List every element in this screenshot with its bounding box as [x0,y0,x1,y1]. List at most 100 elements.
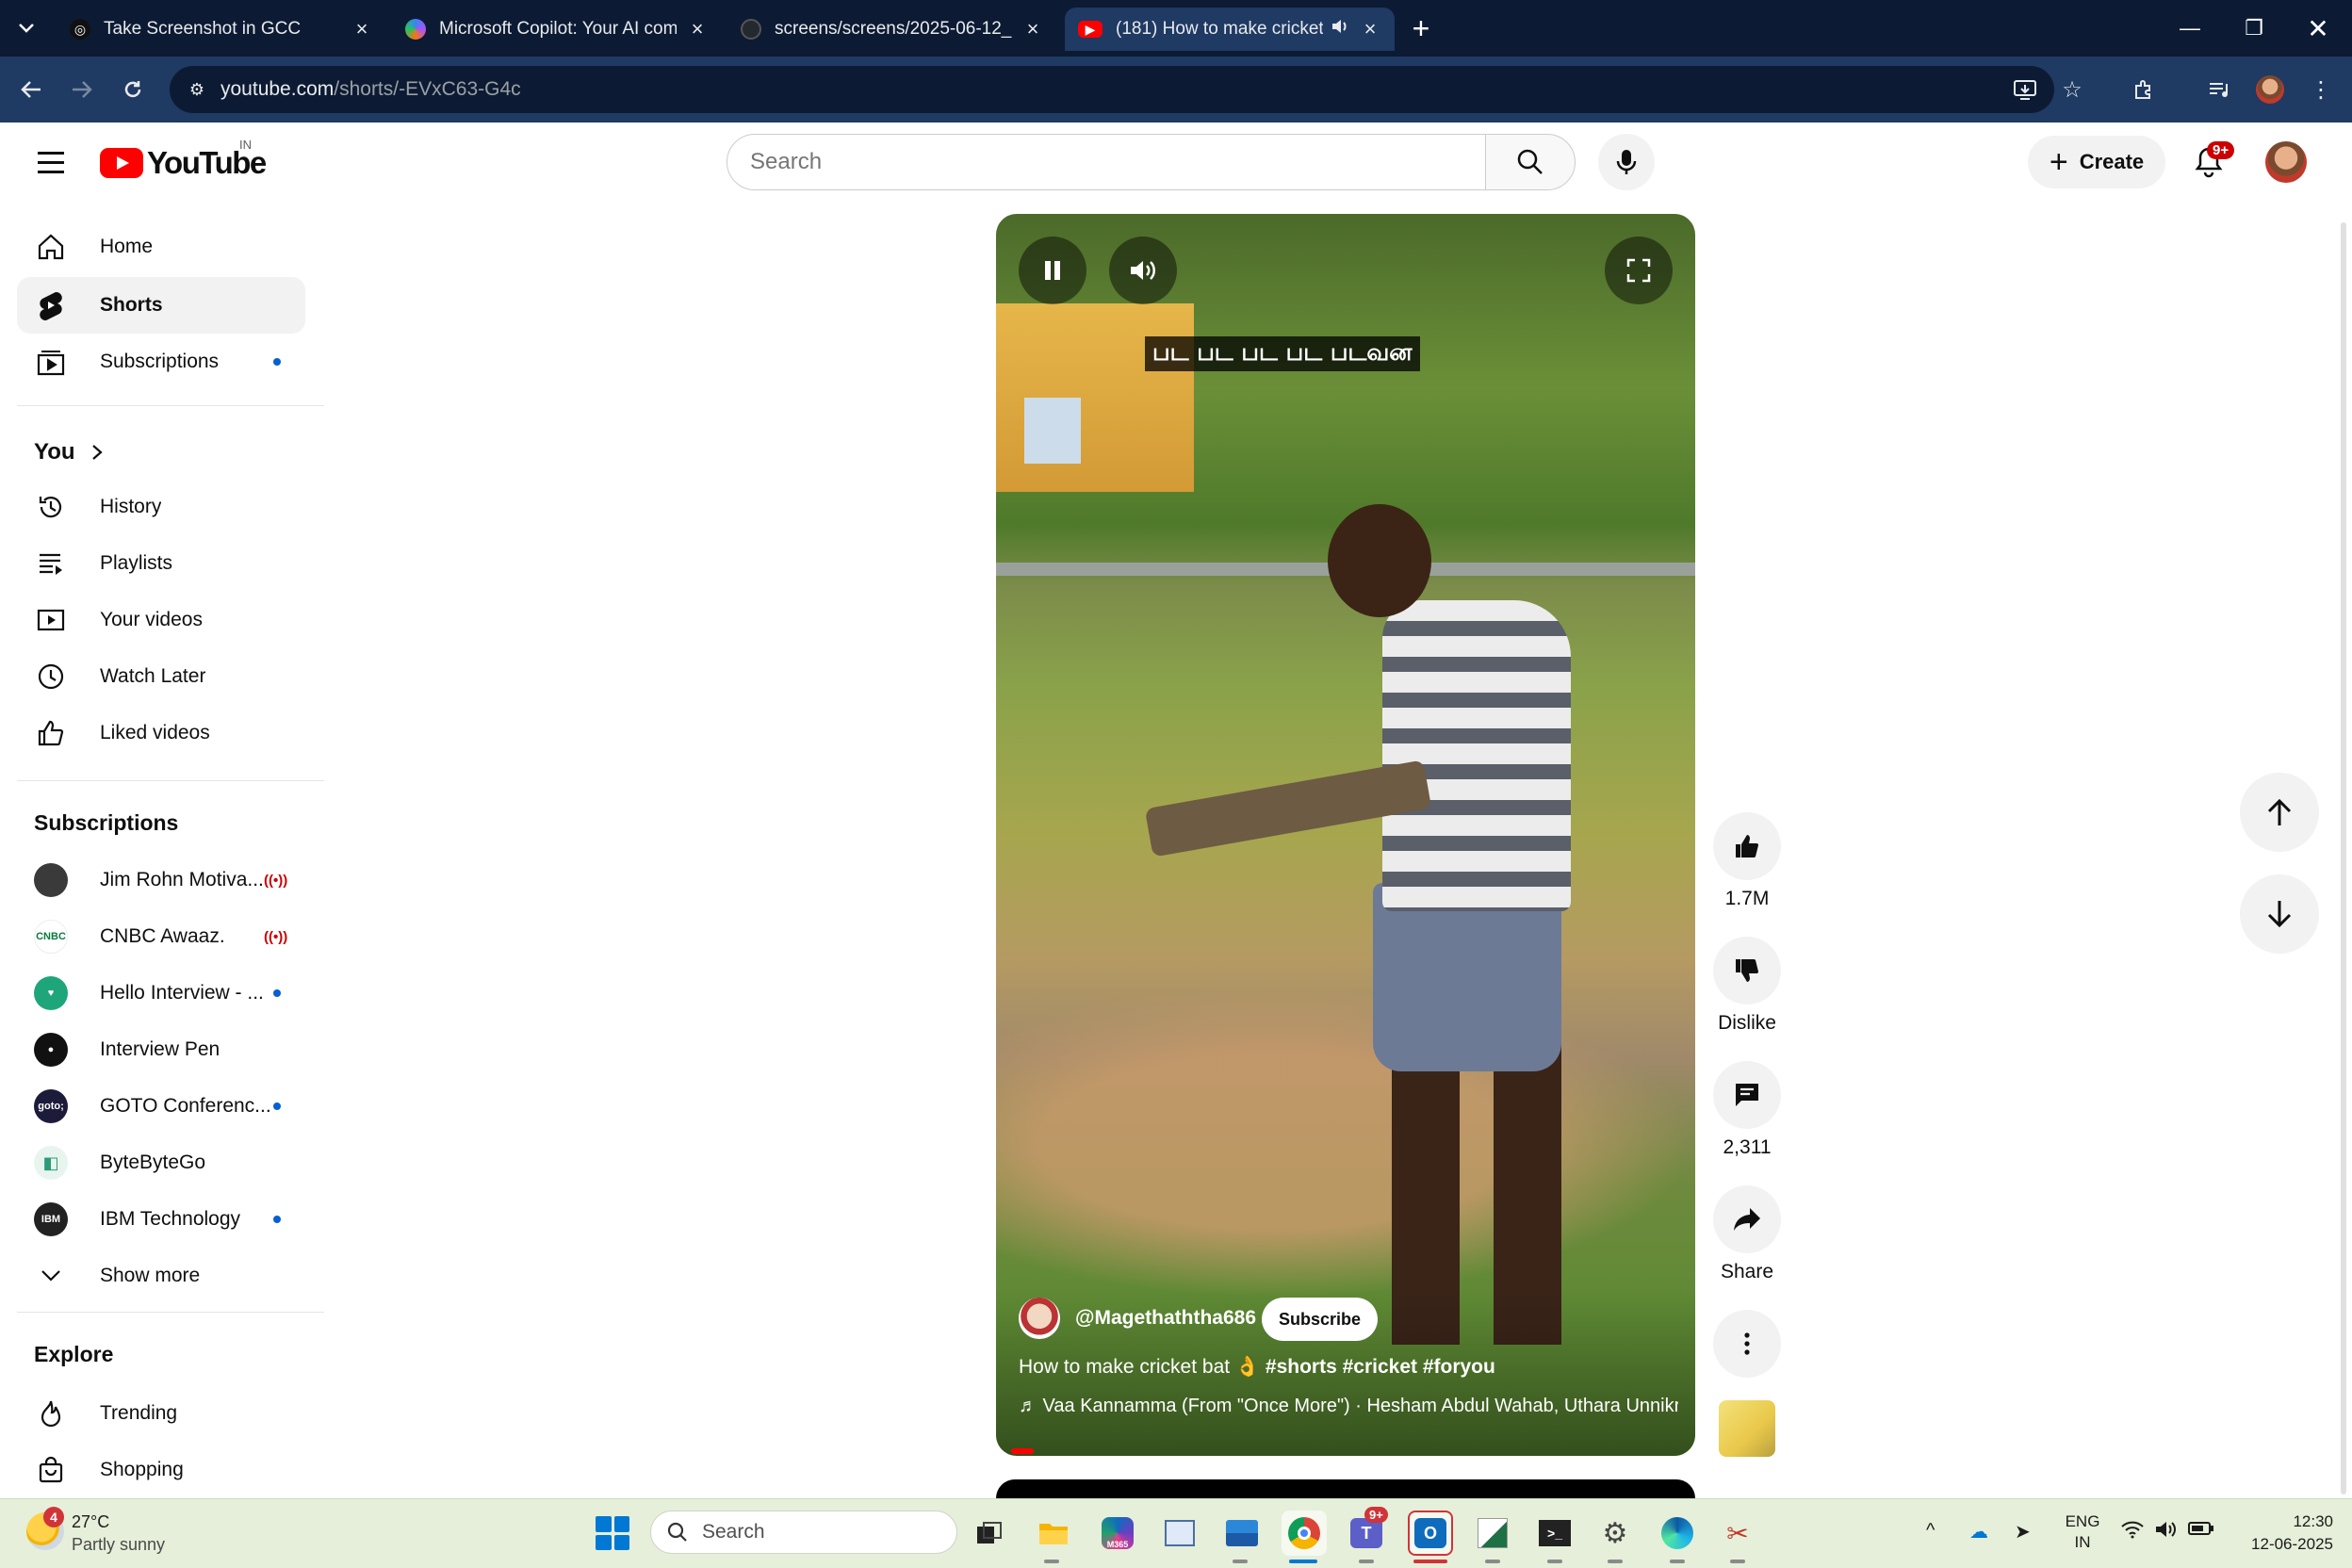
create-button[interactable]: + Create [2028,136,2165,188]
sidebar-item-your-videos[interactable]: Your videos [17,592,305,648]
search-button[interactable] [1485,134,1576,190]
show-more-button[interactable]: Show more [17,1248,305,1304]
shorts-video-player[interactable]: பட பட பட பட படவன @Magethaththa686 Subscr… [996,214,1695,1456]
star-icon[interactable]: ☆ [2054,72,2090,107]
dislike-button[interactable] [1713,937,1781,1004]
forward-button[interactable] [64,72,100,107]
more-menu-icon[interactable]: ⋮ [2303,72,2339,107]
new-tab-button[interactable]: + [1404,11,1438,45]
taskbar-search[interactable]: Search [650,1511,957,1554]
channel-handle[interactable]: @Magethaththa686 [1075,1307,1256,1330]
sidebar-item-shorts[interactable]: Shorts [17,277,305,334]
share-button[interactable] [1713,1185,1781,1253]
minimize-button[interactable]: — [2162,8,2218,49]
terminal-icon[interactable]: >_ [1532,1511,1577,1556]
close-tab-icon[interactable]: × [351,17,373,41]
browser-tab[interactable]: screens/screens/2025-06-12_09 × [727,8,1057,51]
voice-search-button[interactable] [1598,134,1655,190]
notepad-window-icon[interactable] [1157,1511,1202,1556]
you-heading[interactable]: You [34,439,104,466]
volume-icon[interactable] [2154,1520,2179,1544]
sidebar-channel-hello-interview[interactable]: ♥ Hello Interview - ... [17,965,305,1021]
site-info-icon[interactable]: ⚙ [183,75,211,104]
onedrive-icon[interactable]: ☁ [1969,1520,1988,1544]
show-hidden-icons-chevron-icon[interactable]: ^ [1926,1520,1935,1542]
fullscreen-button[interactable] [1605,237,1673,304]
task-view-icon[interactable] [967,1511,1012,1556]
sidebar-item-home[interactable]: Home [17,219,305,275]
back-button[interactable] [13,72,49,107]
like-button[interactable] [1713,812,1781,880]
browser-tab-active[interactable]: ▶ (181) How to make cricket b × [1065,8,1395,51]
snipping-tool-icon[interactable]: ✂ [1715,1511,1760,1556]
sidebar-item-subscriptions[interactable]: Subscriptions [17,334,305,390]
tab-search-button[interactable] [9,11,43,45]
weather-description[interactable]: Partly sunny [72,1535,165,1555]
browser-tab[interactable]: ◎ Take Screenshot in GCC × [57,8,386,51]
location-icon[interactable]: ➤ [2015,1520,2031,1544]
subscribe-button[interactable]: Subscribe [1262,1298,1379,1341]
sidebar-item-trending[interactable]: Trending [17,1385,305,1442]
close-tab-icon[interactable]: × [1359,17,1381,41]
sidebar-channel-bytebytego[interactable]: ◧ ByteByteGo [17,1135,305,1191]
sidebar-channel-interview-pen[interactable]: ● Interview Pen [17,1021,305,1078]
previous-short-button[interactable] [2240,773,2319,852]
search-input[interactable]: Search [727,134,1486,190]
explore-heading-label: Explore [34,1342,114,1366]
browser-tab[interactable]: Microsoft Copilot: Your AI comp × [392,8,722,51]
page-scrollbar[interactable] [2341,222,2346,1494]
outlook-icon[interactable]: O [1408,1511,1453,1556]
pause-button[interactable] [1019,237,1086,304]
sidebar-item-shopping[interactable]: Shopping [17,1442,305,1498]
video-progress-bar[interactable] [1011,1448,1034,1454]
clock-time[interactable]: 12:30 [2230,1512,2333,1531]
more-actions-button[interactable] [1713,1310,1781,1378]
excel-chart-icon[interactable] [1470,1511,1515,1556]
close-tab-icon[interactable]: × [1021,17,1044,41]
sidebar-item-liked-videos[interactable]: Liked videos [17,705,305,761]
sidebar-channel-cnbc-awaaz[interactable]: CNBC CNBC Awaaz. ((•)) [17,908,305,965]
extensions-icon[interactable] [2126,72,2162,107]
profile-avatar[interactable] [2252,72,2288,107]
youtube-logo[interactable]: YouTube IN [100,138,267,181]
wifi-icon[interactable] [2120,1520,2145,1544]
chrome-icon[interactable] [1282,1511,1327,1556]
sidebar-item-playlists[interactable]: Playlists [17,535,305,592]
sidebar-item-watch-later[interactable]: Watch Later [17,648,305,705]
thumbs-up-icon [1736,835,1758,858]
sidebar-item-history[interactable]: History [17,479,305,535]
media-control-icon[interactable] [2201,72,2237,107]
sidebar-channel-jim-rohn[interactable]: Jim Rohn Motiva... ((•)) [17,852,305,908]
account-avatar[interactable] [2265,141,2307,183]
microsoft-365-icon[interactable]: M365 [1095,1511,1140,1556]
volume-button[interactable] [1109,237,1177,304]
sidebar-channel-ibm-technology[interactable]: IBM IBM Technology [17,1191,305,1248]
close-tab-icon[interactable]: × [686,17,709,41]
file-explorer-icon[interactable] [1031,1511,1076,1556]
edge-icon[interactable] [1655,1511,1700,1556]
battery-icon[interactable] [2188,1520,2214,1542]
settings-gear-icon[interactable]: ⚙ [1592,1511,1638,1556]
speaker-icon[interactable] [1331,18,1349,41]
language-indicator[interactable]: ENG [2062,1512,2103,1531]
next-short-button[interactable] [2240,874,2319,954]
video-hashtags[interactable]: #shorts #cricket #foryou [1266,1356,1495,1378]
close-window-button[interactable]: ✕ [2290,8,2346,49]
comments-button[interactable] [1713,1061,1781,1129]
weather-temperature[interactable]: 27°C [72,1512,109,1532]
clock-date[interactable]: 12-06-2025 [2230,1535,2333,1554]
restore-button[interactable]: ❐ [2226,8,2282,49]
hamburger-menu-icon[interactable] [32,143,70,181]
taskbar-search-placeholder: Search [702,1521,765,1543]
keyboard-region[interactable]: IN [2062,1533,2103,1552]
sound-thumbnail[interactable] [1719,1400,1775,1457]
music-credit[interactable]: ♬ Vaa Kannamma (From "Once More") · Hesh… [1019,1396,1678,1417]
install-app-icon[interactable] [2007,72,2043,107]
sidebar-channel-goto[interactable]: goto; GOTO Conferenc... [17,1078,305,1135]
photos-icon[interactable] [1219,1511,1265,1556]
windows-start-icon[interactable] [596,1516,629,1550]
channel-avatar[interactable] [1019,1298,1060,1339]
reload-button[interactable] [115,72,151,107]
video-title[interactable]: How to make cricket bat 👌 #shorts #crick… [1019,1356,1495,1379]
address-bar[interactable]: ⚙ youtube.com/shorts/-EVxC63-G4c [170,66,2054,113]
